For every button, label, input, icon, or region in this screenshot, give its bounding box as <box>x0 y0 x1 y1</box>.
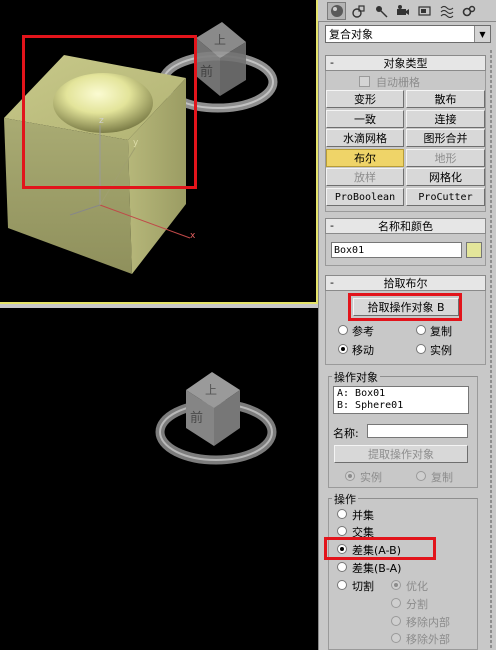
remove-outside-label: 移除外部 <box>406 633 450 646</box>
category-dropdown[interactable]: 复合对象 ▼ <box>325 25 491 43</box>
extract-instance-label: 实例 <box>360 471 382 484</box>
procutter-button[interactable]: ProCutter <box>406 188 485 206</box>
name-color-title: 名称和颜色 <box>378 220 433 233</box>
move-label: 移动 <box>352 344 374 357</box>
helpers-tab[interactable] <box>415 2 434 20</box>
perspective-viewport[interactable]: 上 前 z y x <box>0 0 318 304</box>
split-label: 分割 <box>406 598 428 611</box>
auto-grid-label: 自动栅格 <box>376 76 420 89</box>
connect-button[interactable]: 连接 <box>406 110 485 128</box>
remove-outside-radio[interactable] <box>391 633 401 643</box>
pick-boolean-title: 拾取布尔 <box>383 277 428 290</box>
cut-radio[interactable] <box>337 580 347 590</box>
object-type-rollout-header[interactable]: - 对象类型 <box>325 55 486 71</box>
conform-button[interactable]: 一致 <box>326 110 404 128</box>
auto-grid-checkbox[interactable] <box>359 76 370 87</box>
extract-instance-radio[interactable] <box>345 471 355 481</box>
sphere-icon <box>330 5 343 17</box>
collapse-icon: - <box>330 56 334 69</box>
terrain-button[interactable]: 地形 <box>406 149 485 167</box>
command-panel-tabs <box>318 0 496 22</box>
intersection-radio[interactable] <box>337 526 347 536</box>
viewcube: 上 前 <box>196 22 246 96</box>
shapes-icon <box>351 5 365 18</box>
box-object <box>4 55 186 274</box>
lights-tab[interactable] <box>371 2 390 20</box>
viewport-scene: 上 前 z y x <box>4 22 278 274</box>
operation-group <box>328 498 478 650</box>
object-color-swatch[interactable] <box>466 242 482 258</box>
morph-button[interactable]: 变形 <box>326 90 404 108</box>
extract-copy-label: 复制 <box>431 471 453 484</box>
gears-icon <box>462 5 475 17</box>
axis-label-z: z <box>99 116 104 126</box>
union-radio[interactable] <box>337 509 347 519</box>
operands-title: 操作对象 <box>332 369 380 385</box>
pick-boolean-rollout-header[interactable]: - 拾取布尔 <box>325 275 486 291</box>
viewport-scene-bottom: 上 前 <box>155 372 277 465</box>
systems-tab[interactable] <box>459 2 478 20</box>
reference-radio[interactable] <box>338 325 348 335</box>
union-label: 并集 <box>352 509 374 522</box>
object-name-field[interactable]: Box01 <box>331 242 462 258</box>
viewcube-face-top: 上 <box>205 383 217 397</box>
secondary-viewport[interactable]: 上 前 <box>0 308 318 650</box>
cut-label: 切割 <box>352 580 374 593</box>
refine-label: 优化 <box>406 580 428 593</box>
operand-name-field[interactable] <box>367 424 468 438</box>
extract-copy-radio[interactable] <box>416 471 426 481</box>
subtraction-ba-radio[interactable] <box>337 562 347 572</box>
viewcube-face-front: 前 <box>190 410 203 426</box>
helper-icon <box>417 6 431 16</box>
panel-scrollbar[interactable] <box>489 50 493 650</box>
split-radio[interactable] <box>391 598 401 608</box>
copy-radio[interactable] <box>416 325 426 335</box>
remove-inside-label: 移除内部 <box>406 616 450 629</box>
viewcube: 上 前 <box>186 372 240 446</box>
operand-a[interactable]: A: Box01 <box>337 388 465 400</box>
copy-label: 复制 <box>430 325 452 338</box>
shapes-tab[interactable] <box>349 2 368 20</box>
boolean-button[interactable]: 布尔 <box>326 149 404 167</box>
scatter-button[interactable]: 散布 <box>406 90 485 108</box>
axis-label-y: y <box>133 138 139 148</box>
reference-label: 参考 <box>352 325 374 338</box>
operands-list[interactable]: A: Box01 B: Sphere01 <box>333 386 469 414</box>
spacewarps-tab[interactable] <box>437 2 456 20</box>
viewcube-face-front: 前 <box>200 64 213 80</box>
operand-b[interactable]: B: Sphere01 <box>337 400 465 412</box>
cameras-tab[interactable] <box>393 2 412 20</box>
subtraction-ab-label: 差集(A-B) <box>352 544 401 557</box>
operand-name-label: 名称: <box>333 427 359 440</box>
object-type-title: 对象类型 <box>383 57 428 70</box>
light-icon <box>375 6 387 18</box>
name-color-rollout-header[interactable]: - 名称和颜色 <box>325 218 486 234</box>
shapemerge-button[interactable]: 图形合并 <box>406 129 485 147</box>
collapse-icon: - <box>330 219 334 232</box>
collapse-icon: - <box>330 276 334 289</box>
remove-inside-radio[interactable] <box>391 616 401 626</box>
axis-label-x: x <box>190 231 196 241</box>
blobmesh-button[interactable]: 水滴网格 <box>326 129 404 147</box>
category-dropdown-value: 复合对象 <box>329 28 373 41</box>
move-radio[interactable] <box>338 344 348 354</box>
refine-radio[interactable] <box>391 580 401 590</box>
pick-operand-b-button[interactable]: 拾取操作对象 B <box>353 298 459 316</box>
extract-operand-button[interactable]: 提取操作对象 <box>334 445 468 463</box>
loft-button[interactable]: 放样 <box>326 168 404 186</box>
scrollbar-track <box>490 50 492 650</box>
intersection-label: 交集 <box>352 526 374 539</box>
chevron-down-icon[interactable]: ▼ <box>474 26 490 42</box>
camera-icon <box>396 5 409 15</box>
mesher-button[interactable]: 网格化 <box>406 168 485 186</box>
viewcube-face-top: 上 <box>214 33 226 47</box>
instance-radio[interactable] <box>416 344 426 354</box>
subtraction-ab-radio[interactable] <box>337 544 347 554</box>
subtraction-ba-label: 差集(B-A) <box>352 562 402 575</box>
proboolean-button[interactable]: ProBoolean <box>326 188 404 206</box>
instance-label: 实例 <box>430 344 452 357</box>
wave-icon <box>440 5 453 18</box>
create-tab[interactable] <box>327 2 346 20</box>
operation-title: 操作 <box>332 491 358 507</box>
